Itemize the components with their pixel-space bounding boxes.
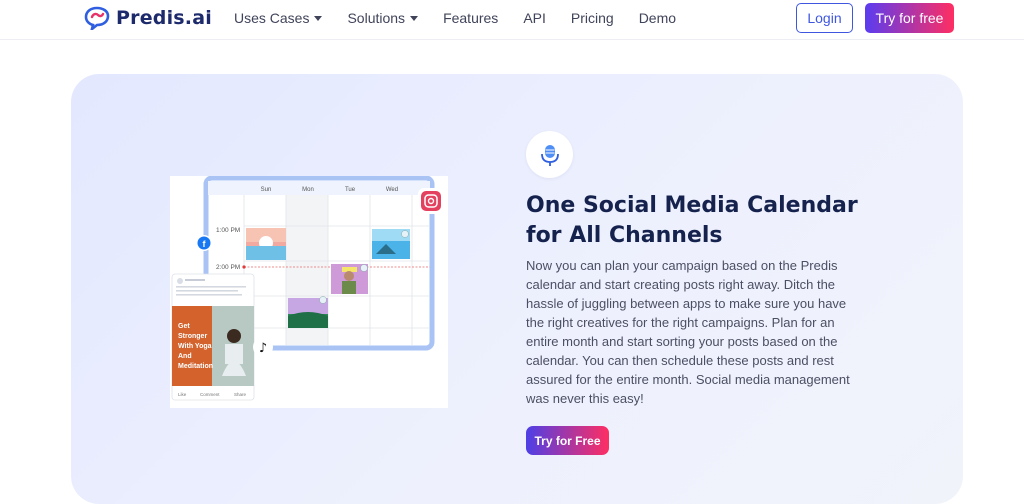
post-thumbnail-person [331, 264, 368, 294]
brand-logo[interactable]: Predis.ai [84, 5, 212, 31]
microphone-icon-badge [526, 131, 573, 178]
day-label-tue: Tue [345, 187, 356, 193]
menu-item-api[interactable]: API [523, 10, 546, 26]
menu-item-features[interactable]: Features [443, 10, 498, 26]
facebook-icon: f [196, 235, 212, 251]
menu-item-label: Uses Cases [234, 10, 310, 26]
main-menu: Uses Cases Solutions Features API Pricin… [234, 0, 676, 36]
svg-text:And: And [178, 353, 192, 360]
post-action-like: Like [178, 392, 187, 397]
microphone-icon [540, 144, 559, 166]
post-action-comment: Comment [200, 392, 220, 397]
day-label-wed: Wed [386, 187, 398, 193]
post-thumbnail-landscape [288, 296, 328, 328]
login-button[interactable]: Login [796, 3, 853, 33]
time-label-2pm: 2:00 PM [216, 264, 240, 271]
menu-item-solutions[interactable]: Solutions [347, 10, 419, 26]
section-description: Now you can plan your campaign based on … [526, 258, 850, 406]
day-label-sun: Sun [261, 187, 272, 193]
svg-text:Stronger: Stronger [178, 333, 207, 340]
svg-text:♪: ♪ [259, 341, 267, 356]
menu-item-demo[interactable]: Demo [639, 10, 676, 26]
time-label-1pm: 1:00 PM [216, 227, 240, 234]
tiktok-icon: ♪ [253, 337, 273, 357]
svg-text:Meditation: Meditation [178, 363, 213, 370]
menu-item-label: Pricing [570, 10, 614, 26]
predis-logo-icon [84, 6, 110, 30]
menu-item-uses-cases[interactable]: Uses Cases [234, 10, 323, 26]
svg-text:Get: Get [178, 323, 190, 330]
menu-item-label: API [523, 10, 546, 26]
menu-item-label: Features [443, 10, 499, 26]
calendar-illustration-graphic: Sun Mon Tue Wed 1:00 PM 2:00 PM f Get St… [171, 175, 444, 401]
social-post-card: Get Stronger With Yoga And Meditation Li… [171, 273, 255, 401]
menu-item-pricing[interactable]: Pricing [571, 10, 614, 26]
section-title: One Social Media Calendar for All Channe… [526, 193, 858, 248]
post-thumbnail-sunset [246, 228, 286, 260]
menu-item-label: Demo [638, 10, 677, 26]
svg-text:With Yoga: With Yoga [178, 343, 212, 350]
brand-name: Predis.ai [116, 7, 212, 29]
post-thumbnail-island [372, 229, 410, 259]
instagram-icon [418, 188, 444, 214]
try-for-free-button[interactable]: Try for free [865, 3, 954, 33]
post-action-share: Share [234, 392, 247, 397]
top-navbar: Predis.ai Uses Cases Solutions Features … [0, 0, 1024, 40]
caret-down-icon [410, 15, 419, 21]
day-label-mon: Mon [302, 187, 314, 193]
calendar-illustration: Sun Mon Tue Wed 1:00 PM 2:00 PM f Get St… [170, 175, 448, 408]
try-for-free-cta-button[interactable]: Try for Free [526, 426, 609, 455]
caret-down-icon [314, 15, 323, 21]
menu-item-label: Solutions [347, 10, 406, 26]
